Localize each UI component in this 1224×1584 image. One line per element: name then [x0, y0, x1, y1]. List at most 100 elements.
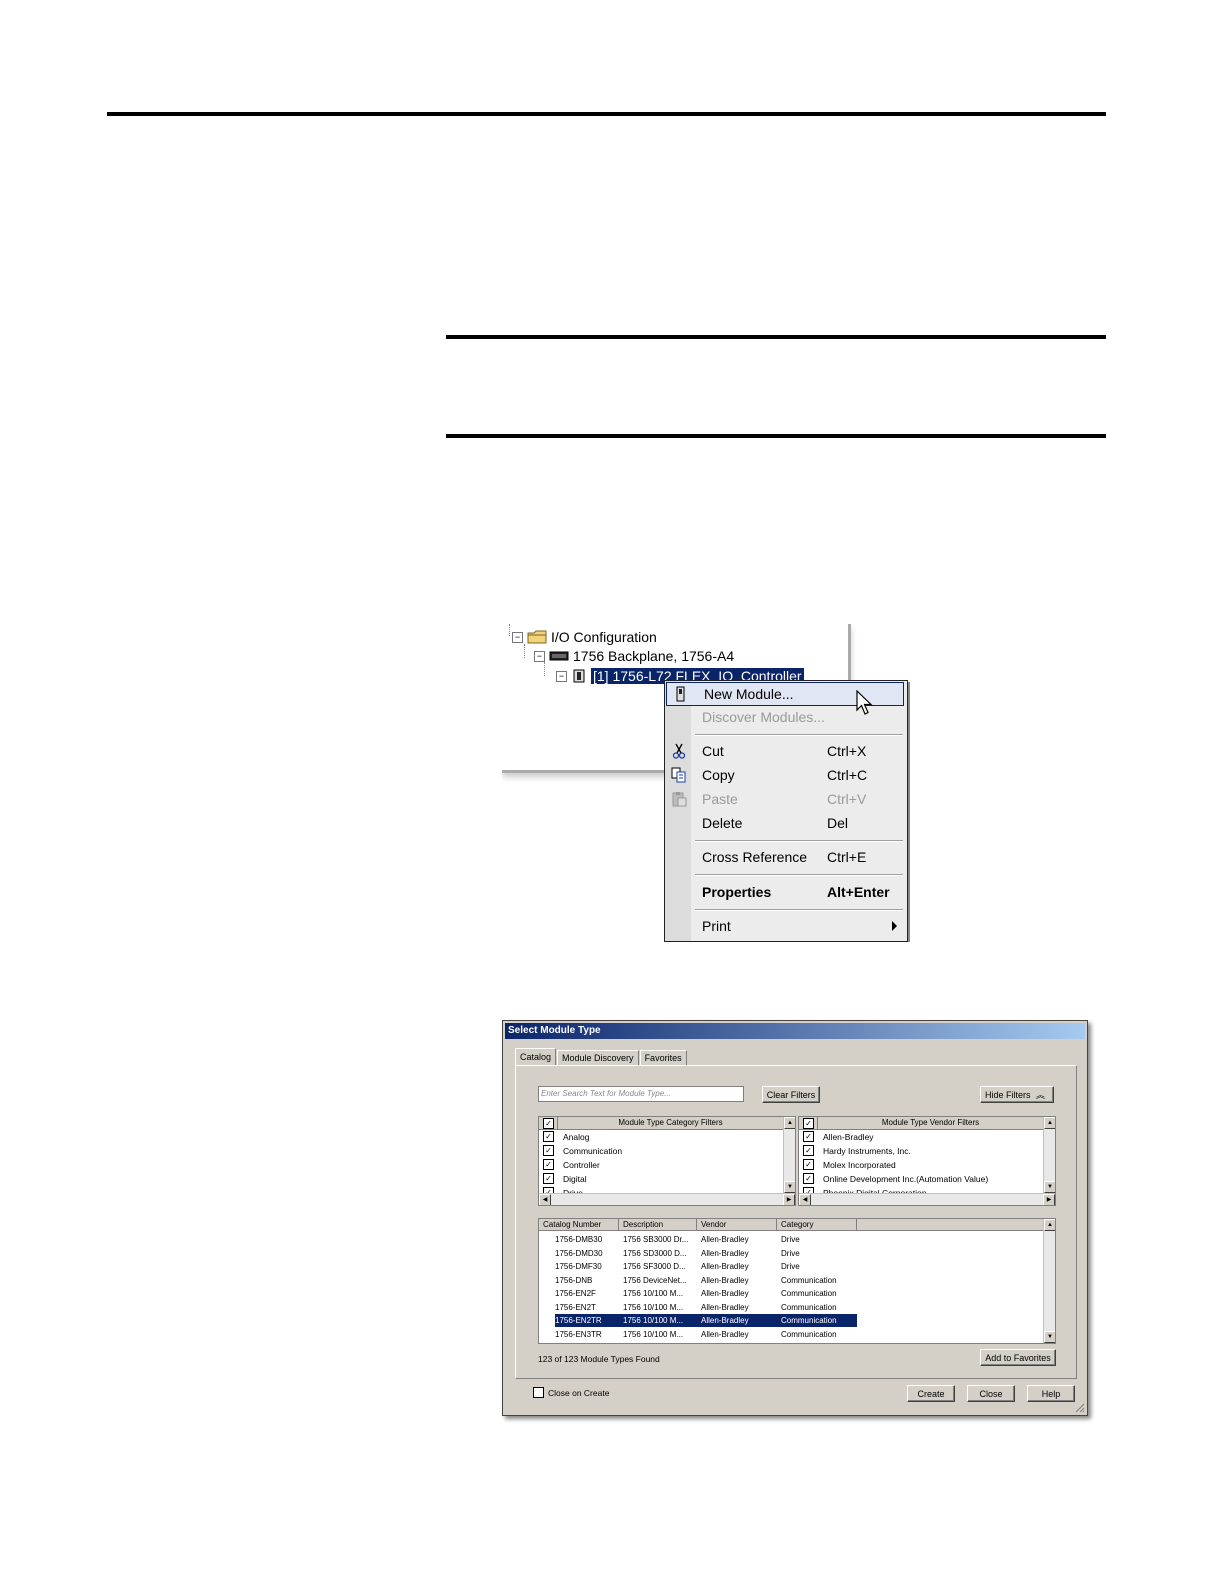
tree-item-io-configuration[interactable]: − I/O Configuration	[512, 628, 657, 646]
table-cell: Allen-Bradley	[701, 1235, 749, 1244]
table-cell: Allen-Bradley	[701, 1329, 749, 1339]
clear-filters-button[interactable]: Clear Filters	[762, 1086, 820, 1103]
checkbox[interactable]: ✓	[803, 1131, 814, 1142]
menu-item-paste[interactable]: Paste Ctrl+V	[665, 788, 905, 810]
horizontal-scrollbar[interactable]: ◀ ▶	[539, 1193, 795, 1205]
vertical-scrollbar[interactable]: ▲ ▼	[783, 1117, 795, 1193]
menu-item-print[interactable]: Print	[665, 915, 905, 937]
select-all-checkbox[interactable]: ✓	[803, 1118, 814, 1129]
tree-item-backplane[interactable]: − 1756 Backplane, 1756-A4	[534, 647, 734, 665]
select-module-type-dialog: Select Module Type Catalog Module Discov…	[502, 1020, 1088, 1416]
column-header-category[interactable]: Category	[777, 1219, 857, 1231]
mouse-pointer-icon	[856, 690, 873, 715]
checkbox[interactable]: ✓	[543, 1173, 554, 1184]
create-button[interactable]: Create	[907, 1385, 955, 1402]
scroll-right-icon[interactable]: ▶	[783, 1194, 795, 1205]
menu-item-cross-reference[interactable]: Cross Reference Ctrl+E	[665, 846, 905, 868]
checkbox[interactable]: ✓	[803, 1159, 814, 1170]
menu-item-cut[interactable]: Cut Ctrl+X	[665, 740, 905, 762]
close-on-create-option[interactable]: Close on Create	[533, 1387, 609, 1398]
module-count-status: 123 of 123 Module Types Found	[538, 1354, 660, 1364]
table-row[interactable]: 1756-EN2TR 1756 10/100 M... Allen-Bradley C…	[555, 1314, 857, 1327]
scroll-down-icon[interactable]: ▼	[1044, 1181, 1055, 1193]
filter-item[interactable]: ✓ Hardy Instruments, Inc.	[803, 1144, 911, 1157]
checkbox[interactable]: ✓	[543, 1145, 554, 1156]
column-header-vendor[interactable]: Vendor	[697, 1219, 777, 1231]
table-cell: Allen-Bradley	[701, 1275, 749, 1285]
horizontal-scrollbar[interactable]: ◀ ▶	[799, 1193, 1055, 1205]
filter-item[interactable]: ✓ Communication	[543, 1144, 622, 1157]
collapse-icon[interactable]: −	[512, 631, 523, 643]
column-header-catalog-number[interactable]: Catalog Number	[539, 1219, 619, 1231]
menu-separator	[695, 874, 903, 876]
column-header-description[interactable]: Description	[619, 1219, 697, 1231]
table-cell: 1756-DMF30	[555, 1262, 602, 1271]
add-to-favorites-button[interactable]: Add to Favorites	[980, 1349, 1056, 1366]
table-cell: 1756-EN2F	[555, 1289, 596, 1298]
scroll-up-icon[interactable]: ▲	[1044, 1117, 1055, 1129]
filter-item[interactable]: ✓ Molex Incorporated	[803, 1158, 896, 1171]
menu-item-properties[interactable]: Properties Alt+Enter	[665, 881, 905, 903]
close-button[interactable]: Close	[967, 1385, 1015, 1402]
tab-favorites[interactable]: Favorites	[639, 1050, 687, 1065]
close-on-create-checkbox[interactable]	[533, 1387, 544, 1398]
table-row[interactable]: 1756-DNB 1756 DeviceNet... Allen-Bradley Co…	[555, 1274, 857, 1287]
menu-item-copy[interactable]: Copy Ctrl+C	[665, 764, 905, 786]
table-cell: 1756 DeviceNet...	[623, 1275, 687, 1285]
resize-grip-icon[interactable]	[1073, 1401, 1085, 1413]
table-row[interactable]: 1756-DMF30 1756 SF3000 D... Allen-Bradley D…	[555, 1260, 857, 1273]
table-row[interactable]: 1756-EN3TR 1756 10/100 M... Allen-Bradley C…	[555, 1328, 857, 1341]
module-type-table: Catalog Number Description Vendor Catego…	[538, 1218, 1056, 1344]
menu-item-delete[interactable]: Delete Del	[665, 812, 905, 834]
collapse-icon[interactable]: −	[556, 670, 567, 682]
help-button[interactable]: Help	[1027, 1385, 1075, 1402]
table-cell: 1756-EN2TR	[555, 1316, 602, 1325]
table-cell: Drive	[781, 1235, 800, 1244]
menu-separator	[695, 909, 903, 911]
collapse-icon[interactable]: −	[534, 650, 545, 662]
scroll-up-icon[interactable]: ▲	[784, 1117, 795, 1129]
table-cell: 1756-EN2T	[555, 1302, 596, 1312]
tab-module-discovery[interactable]: Module Discovery	[557, 1050, 639, 1065]
table-row[interactable]: 1756-EN2F 1756 10/100 M... Allen-Bradley Co…	[555, 1287, 857, 1300]
menu-separator	[695, 840, 903, 842]
filter-item[interactable]: ✓ Analog	[543, 1130, 589, 1143]
checkbox[interactable]: ✓	[803, 1173, 814, 1184]
tree-item-label: I/O Configuration	[551, 629, 657, 645]
table-cell: 1756 10/100 M...	[623, 1316, 684, 1325]
table-cell: Allen-Bradley	[701, 1262, 749, 1271]
table-cell: 1756 10/100 M...	[623, 1329, 684, 1339]
scroll-left-icon[interactable]: ◀	[799, 1194, 811, 1205]
scroll-down-icon[interactable]: ▼	[1044, 1331, 1055, 1343]
vertical-scrollbar[interactable]: ▲ ▼	[1043, 1219, 1055, 1343]
tab-catalog[interactable]: Catalog	[515, 1048, 557, 1066]
scroll-left-icon[interactable]: ◀	[539, 1194, 551, 1205]
filter-item[interactable]: ✓ Online Development Inc.(Automation Valu…	[803, 1172, 988, 1185]
select-all-checkbox[interactable]: ✓	[543, 1118, 554, 1129]
table-cell: Communication	[781, 1329, 837, 1339]
table-cell: Allen-Bradley	[701, 1302, 749, 1312]
checkbox[interactable]: ✓	[543, 1159, 554, 1170]
filter-item[interactable]: ✓ Allen-Bradley	[803, 1130, 874, 1143]
scroll-right-icon[interactable]: ▶	[1043, 1194, 1055, 1205]
backplane-icon	[549, 650, 569, 662]
paste-icon	[671, 791, 687, 807]
filter-item[interactable]: ✓ Digital	[543, 1172, 587, 1185]
folder-icon	[527, 630, 547, 644]
checkbox[interactable]: ✓	[543, 1131, 554, 1142]
table-row[interactable]: 1756-DMB30 1756 SB3000 Dr... Allen-Bradley…	[555, 1233, 857, 1246]
table-cell: Drive	[781, 1262, 800, 1271]
filter-item[interactable]: ✓ Controller	[543, 1158, 600, 1171]
dialog-tabs: Catalog Module Discovery Favorites	[515, 1048, 688, 1066]
table-row[interactable]: 1756-DMD30 1756 SD3000 D... Allen-Bradley D…	[555, 1247, 857, 1260]
table-cell: 1756-DMB30	[555, 1235, 603, 1244]
table-cell: 1756 10/100 M...	[623, 1289, 684, 1298]
scroll-down-icon[interactable]: ▼	[784, 1181, 795, 1193]
scroll-up-icon[interactable]: ▲	[1044, 1219, 1055, 1231]
search-input[interactable]: Enter Search Text for Module Type...	[538, 1086, 744, 1102]
hide-filters-button[interactable]: Hide Filters ︽	[980, 1086, 1054, 1103]
table-row[interactable]: 1756-EN2T 1756 10/100 M... Allen-Bradley Co…	[555, 1301, 857, 1314]
catalog-panel: Enter Search Text for Module Type... Cle…	[515, 1065, 1077, 1379]
vertical-scrollbar[interactable]: ▲ ▼	[1043, 1117, 1055, 1193]
checkbox[interactable]: ✓	[803, 1145, 814, 1156]
